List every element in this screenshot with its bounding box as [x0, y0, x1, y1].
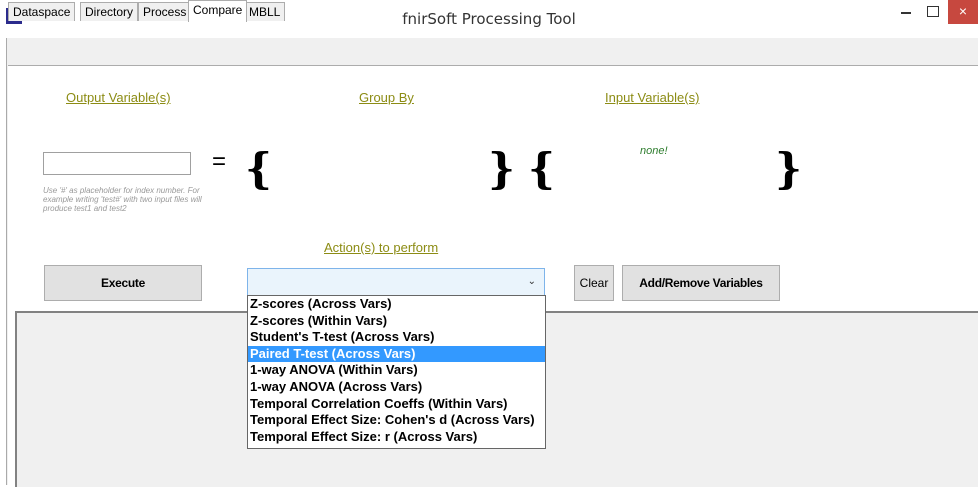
dropdown-option[interactable]: 1-way ANOVA (Across Vars): [248, 379, 545, 396]
tab-process[interactable]: Process: [138, 2, 192, 21]
add-remove-variables-button[interactable]: Add/Remove Variables: [622, 265, 780, 301]
group-by-label[interactable]: Group By: [359, 90, 414, 105]
maximize-button[interactable]: [920, 0, 946, 24]
dropdown-option[interactable]: Temporal Effect Size: r (Across Vars): [248, 429, 545, 446]
input-close-brace: }: [775, 144, 803, 193]
dropdown-option[interactable]: 1-way ANOVA (Within Vars): [248, 362, 545, 379]
output-variables-label[interactable]: Output Variable(s): [66, 90, 171, 105]
action-select[interactable]: ⌄: [247, 268, 545, 297]
dropdown-option-selected[interactable]: Paired T-test (Across Vars): [248, 345, 545, 363]
group-by-open-brace: {: [245, 144, 273, 193]
tab-compare[interactable]: Compare: [188, 0, 248, 22]
action-dropdown-list[interactable]: Z-scores (Across Vars) Z-scores (Within …: [247, 295, 546, 449]
input-variables-none: none!: [640, 145, 668, 157]
dropdown-option[interactable]: Z-scores (Across Vars): [248, 296, 545, 313]
input-variables-label[interactable]: Input Variable(s): [605, 90, 699, 105]
dropdown-option[interactable]: Temporal Correlation Coeffs (Within Vars…: [248, 396, 545, 413]
dropdown-option[interactable]: Temporal Effect Size: Cohen's d (Across …: [248, 412, 545, 429]
execute-button[interactable]: Execute: [44, 265, 202, 301]
tab-directory[interactable]: Directory: [80, 2, 139, 21]
dropdown-option[interactable]: Student's T-test (Across Vars): [248, 329, 545, 346]
minimize-icon: [901, 12, 911, 14]
close-button[interactable]: ×: [948, 0, 978, 24]
group-by-close-brace: }: [488, 144, 516, 193]
input-open-brace: {: [528, 144, 556, 193]
actions-label[interactable]: Action(s) to perform: [324, 240, 438, 255]
tab-dataspace[interactable]: Dataspace: [8, 2, 76, 21]
output-variable-input[interactable]: [43, 152, 191, 175]
placeholder-hint: Use '#' as placeholder for index number.…: [43, 186, 202, 213]
clear-button[interactable]: Clear: [574, 265, 614, 301]
tab-mbll[interactable]: MBLL: [244, 2, 286, 21]
minimize-button[interactable]: [893, 0, 919, 24]
dropdown-option[interactable]: Z-scores (Within Vars): [248, 313, 545, 330]
chevron-down-icon: ⌄: [527, 276, 536, 287]
equals-sign: =: [212, 148, 227, 175]
close-icon: ×: [958, 3, 968, 19]
maximize-icon: [927, 6, 939, 17]
